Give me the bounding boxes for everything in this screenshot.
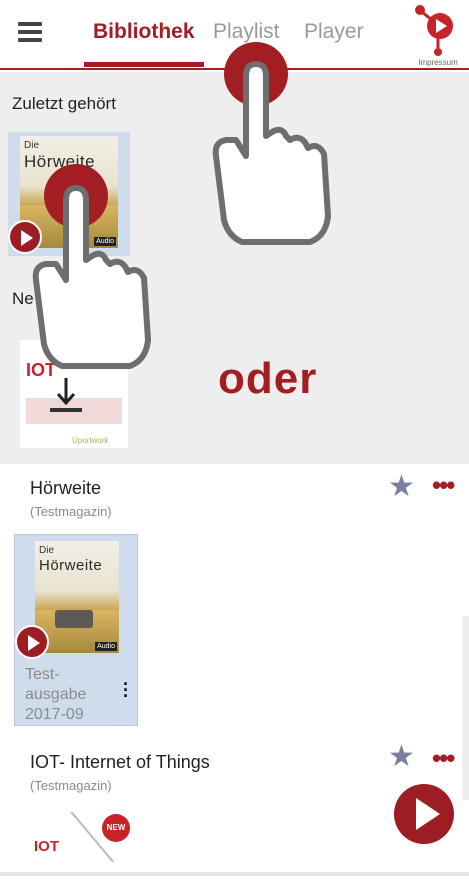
iot-sub-logo: Uportwork [72,436,109,445]
overlay-oder-text: oder [218,354,318,403]
issue-play-button[interactable] [15,625,49,659]
more-options-icon[interactable]: ••• [432,472,455,498]
cover-die-text: Die [24,140,40,151]
download-icon [50,378,82,412]
issue-cover-die: Die [39,545,55,556]
hamburger-menu-icon[interactable] [18,22,42,42]
magazine-title[interactable]: Hörweite [30,478,101,499]
issue-kebab-menu-icon[interactable]: · · · [123,675,129,705]
issue-cover-badge: Audio [95,642,117,651]
magazine-subtitle: (Testmagazin) [30,504,112,519]
more-options-icon-2[interactable]: ••• [432,745,455,771]
iot-thumb-logo: IOT [34,838,59,855]
favorite-star-icon-2[interactable]: ★ [388,742,415,772]
hand-pointer-icon-2 [32,164,151,369]
magazine-title-2[interactable]: IOT- Internet of Things [30,752,210,773]
issue-card[interactable]: Die Hörweite Audio Test- ausgabe 2017-09… [14,534,138,726]
active-tab-indicator [84,62,204,67]
impressum-label: Impressum [418,58,458,67]
new-section-title: Ne [12,289,34,308]
side-scroll-edge [462,616,469,800]
app-logo-icon [415,5,453,56]
impressum-logo[interactable]: Impressum [410,2,466,67]
floating-play-button[interactable] [394,784,454,844]
tab-bibliothek[interactable]: Bibliothek [93,20,195,44]
bottom-divider [0,872,469,876]
magazine-subtitle-2: (Testmagazin) [30,778,112,793]
issue-label: Test- ausgabe 2017-09 [25,666,87,723]
recent-section-title: Zuletzt gehört [12,94,116,113]
issue-cover-title: Hörweite [39,557,103,574]
iot-issue-thumbnail[interactable]: IOT NEW [30,812,132,862]
new-badge: NEW [102,814,130,842]
hand-pointer-icon [212,42,331,245]
app-screen: Bibliothek Playlist Player Impressum Zul… [0,0,469,882]
favorite-star-icon[interactable]: ★ [388,472,415,502]
